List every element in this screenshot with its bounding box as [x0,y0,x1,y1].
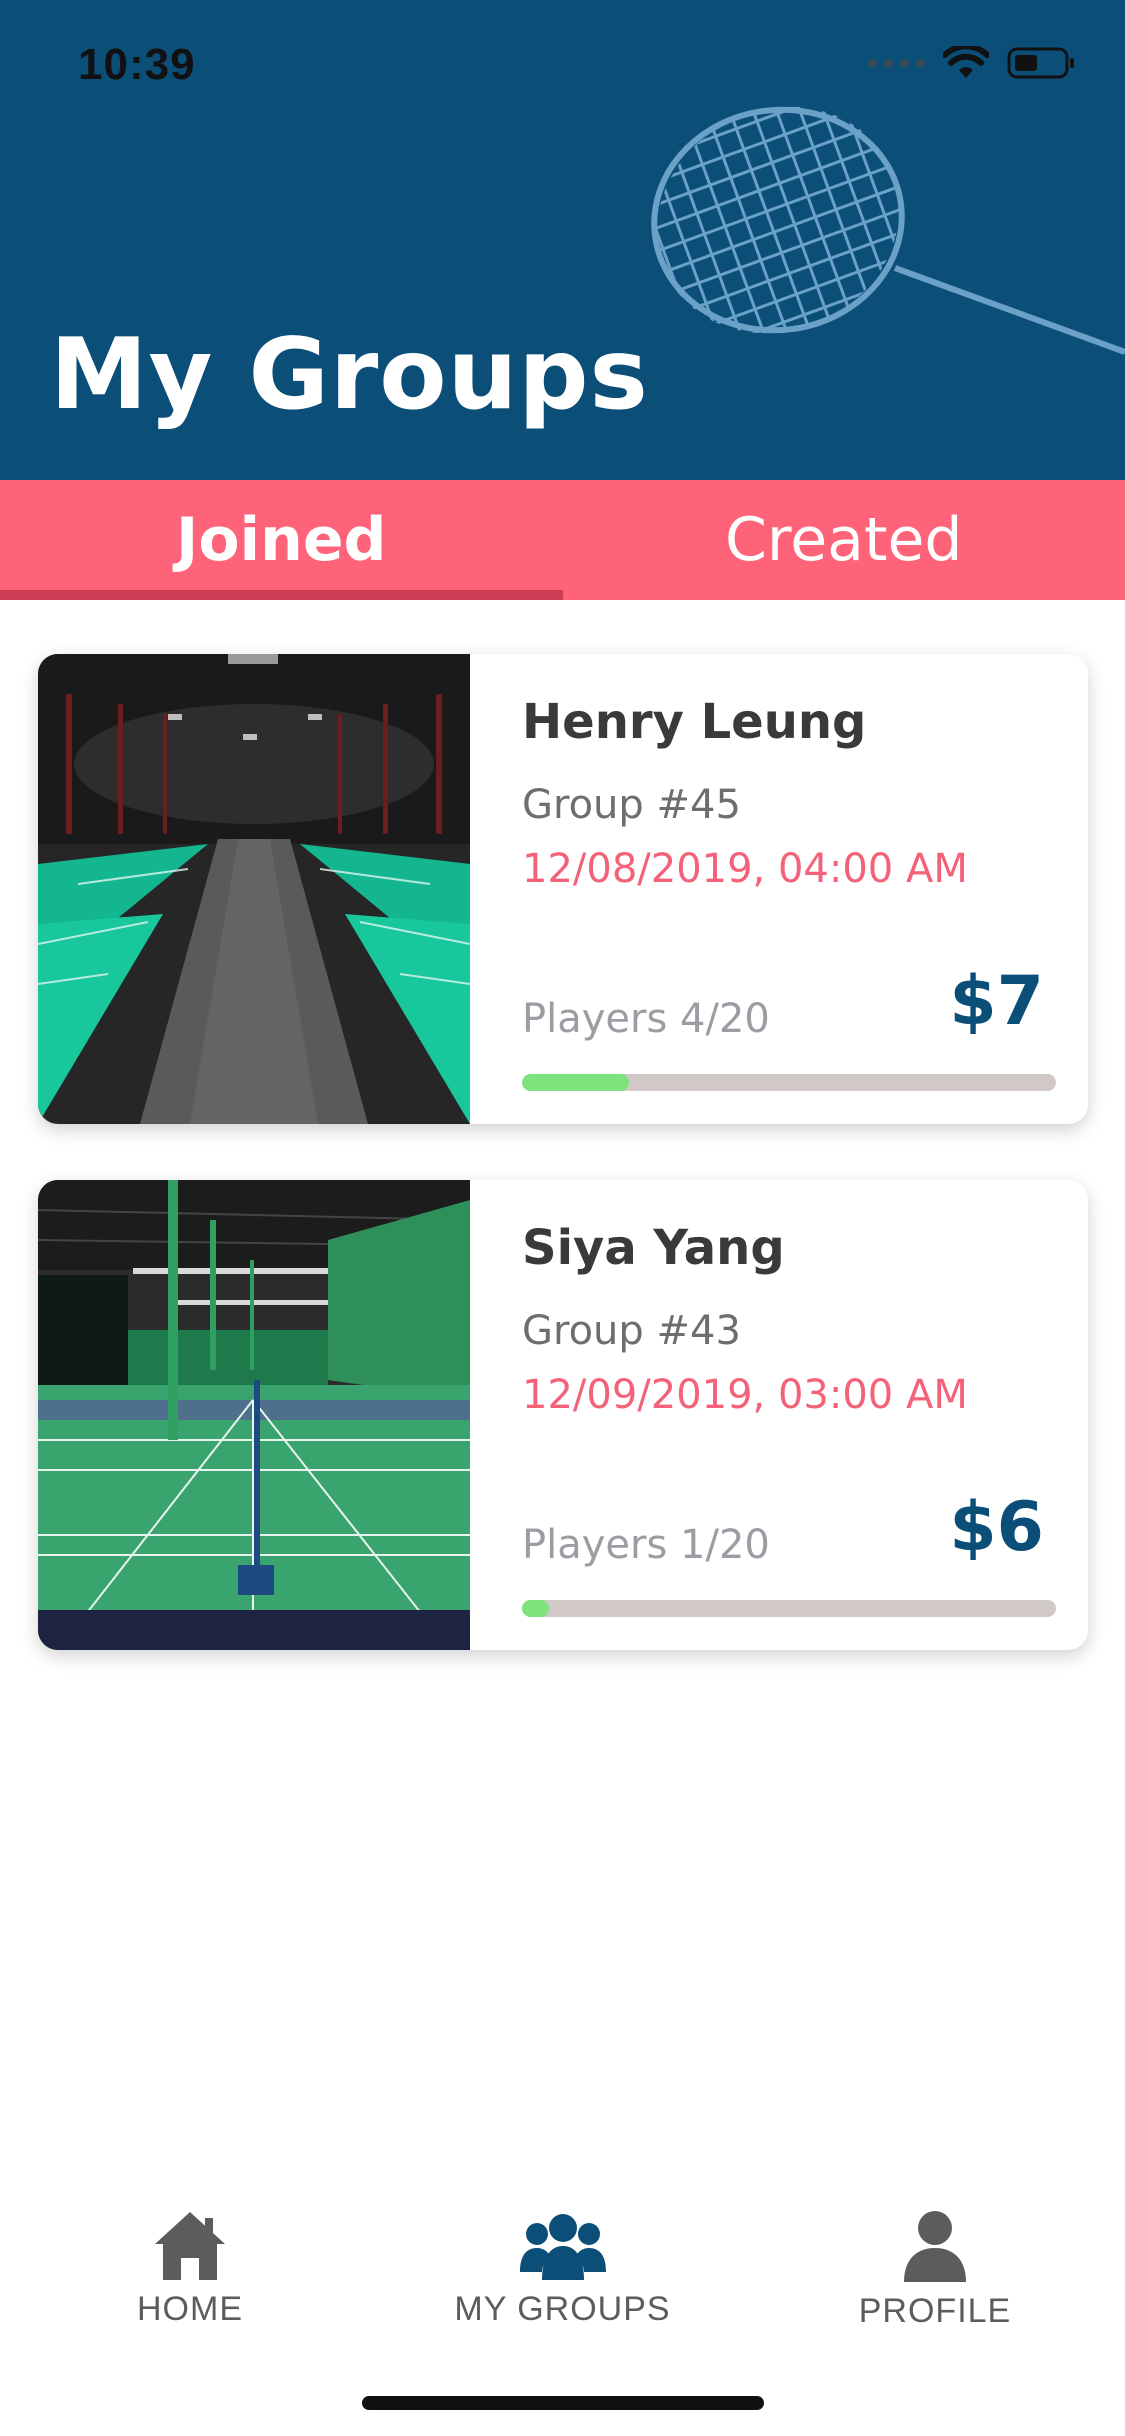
badminton-racket-icon [640,100,1125,360]
battery-icon [1007,47,1074,79]
group-price: $7 [949,962,1044,1041]
status-icons [868,46,1077,80]
group-card[interactable]: Henry Leung Group #45 12/08/2019, 04:00 … [38,654,1088,1124]
screen: 10:39 My Groups Joined Created Henry Leu… [0,0,1125,2436]
players-progress-fill [522,1600,549,1617]
players-progress-bar [522,1074,1056,1091]
players-progress-bar [522,1600,1056,1617]
tab-joined[interactable]: Joined [0,480,563,600]
group-number: Group #43 [522,1308,741,1354]
nav-profile[interactable]: PROFILE [785,2210,1085,2380]
players-progress-fill [522,1074,629,1091]
group-number: Group #45 [522,782,741,828]
page-title: My Groups [50,318,649,432]
home-icon [155,2212,225,2280]
court-photo [38,654,470,1124]
nav-label: HOME [137,2290,243,2328]
court-photo [38,1180,470,1650]
wifi-icon [943,46,989,78]
players-count: Players 1/20 [522,1522,770,1568]
tab-label: Created [725,505,963,575]
bottom-nav: HOME MY GROUPS PROFILE [0,2210,1125,2380]
group-price: $6 [949,1488,1044,1567]
active-tab-indicator [0,590,563,600]
card-body: Siya Yang Group #43 12/09/2019, 03:00 AM… [470,1180,1088,1650]
user-icon [904,2211,966,2282]
status-time: 10:39 [78,40,196,89]
organizer-name: Henry Leung [522,694,867,750]
nav-label: PROFILE [858,2292,1012,2330]
tab-created[interactable]: Created [563,480,1125,600]
group-card[interactable]: Siya Yang Group #43 12/09/2019, 03:00 AM… [38,1180,1088,1650]
group-datetime: 12/09/2019, 03:00 AM [522,1372,968,1418]
tab-bar: Joined Created [0,480,1125,600]
cellular-signal-icon [868,58,925,68]
groups-icon [519,2214,606,2280]
players-count: Players 4/20 [522,996,770,1042]
group-datetime: 12/08/2019, 04:00 AM [522,846,968,892]
organizer-name: Siya Yang [522,1220,785,1276]
nav-my-groups[interactable]: MY GROUPS [413,2210,713,2380]
nav-home[interactable]: HOME [40,2210,340,2380]
header: 10:39 My Groups [0,0,1125,480]
tab-label: Joined [176,505,387,575]
nav-label: MY GROUPS [454,2290,671,2328]
card-body: Henry Leung Group #45 12/08/2019, 04:00 … [470,654,1088,1124]
home-indicator [362,2396,764,2410]
